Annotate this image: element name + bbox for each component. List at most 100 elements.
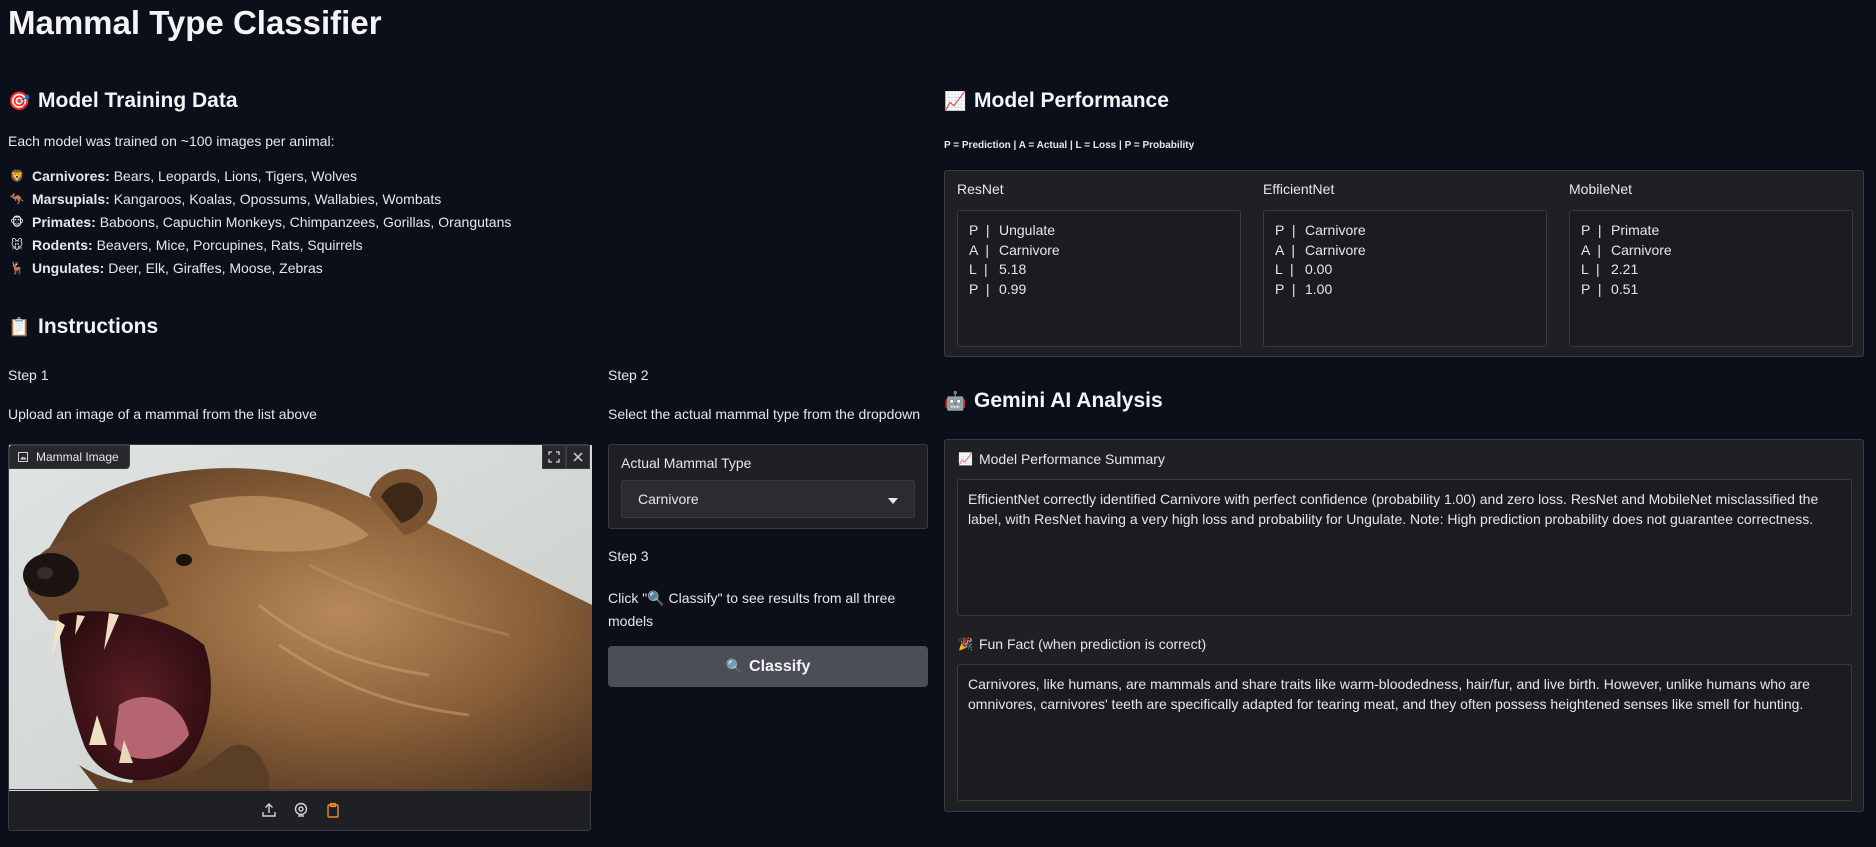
prediction-value: Carnivore <box>1305 222 1366 238</box>
metric-box: P | Ungulate A | Carnivore L | 5.18 P | 0.99 <box>957 210 1241 347</box>
robot-icon: 🤖 <box>944 390 967 411</box>
probability-value: 0.99 <box>999 280 1027 297</box>
metrics-legend: P = Prediction | A = Actual | L = Loss |… <box>944 140 1195 151</box>
actual-row: A | Carnivore <box>969 241 1229 261</box>
webcam-icon[interactable] <box>292 801 310 819</box>
training-intro: Each model was trained on ~100 images pe… <box>8 133 335 149</box>
actual-value: Carnivore <box>999 241 1060 258</box>
performance-heading-text: Model Performance <box>974 89 1169 112</box>
probability-row: P | 0.99 <box>969 280 1229 300</box>
loss-row: L | 0.00 <box>1275 260 1535 280</box>
actual-type-label: Actual Mammal Type <box>621 455 752 471</box>
chevron-down-icon <box>888 491 898 507</box>
left-column: 🎯 Model Training Data Each model was tra… <box>8 86 928 831</box>
step2-text: Select the actual mammal type from the d… <box>608 406 921 422</box>
group-name: Primates: <box>32 214 96 230</box>
clipboard-paste-icon[interactable] <box>324 801 342 819</box>
metric-box: P | Primate A | Carnivore L | 2.21 P | 0.51 <box>1569 210 1853 347</box>
probability-value: 1.00 <box>1305 280 1333 297</box>
chart-icon: 📈 <box>944 90 967 111</box>
training-heading: 🎯 Model Training Data <box>8 86 928 116</box>
search-icon: 🔍 <box>725 658 744 674</box>
group-animals: Baboons, Capuchin Monkeys, Chimpanzees, … <box>99 214 512 230</box>
loss-row: L | 5.18 <box>969 260 1229 280</box>
fun-fact-heading: 🎉 Fun Fact (when prediction is correct) <box>958 636 1206 652</box>
app-title: Mammal Type Classifier <box>8 4 382 41</box>
fullscreen-icon[interactable] <box>542 445 566 469</box>
actual-type-value: Carnivore <box>638 491 699 507</box>
mouse-icon: 🐭 <box>10 238 24 252</box>
group-animals: Kangaroos, Koalas, Opossums, Wallabies, … <box>113 191 442 207</box>
chart-icon: 📈 <box>958 452 973 466</box>
monkey-icon: 🐵 <box>10 215 24 229</box>
summary-label: Model Performance Summary <box>978 451 1165 467</box>
summary-textbox[interactable]: EfficientNet correctly identified Carniv… <box>957 479 1852 616</box>
group-name: Rodents: <box>32 237 93 253</box>
loss-value: 0.00 <box>1305 261 1333 277</box>
probability-value: 0.51 <box>1611 280 1639 297</box>
image-source-toolbar <box>9 789 592 830</box>
metric-box: P | Carnivore A | Carnivore L | 0.00 P | 1.0… <box>1263 210 1547 347</box>
probability-row: P | 1.00 <box>1275 280 1535 300</box>
close-icon[interactable] <box>566 445 590 469</box>
fun-fact-textbox[interactable]: Carnivores, like humans, are mammals and… <box>957 664 1852 801</box>
species-group-primates: 🐵 Primates: Baboons, Capuchin Monkeys, C… <box>8 211 928 234</box>
mammal-photo <box>9 445 592 791</box>
prediction-value: Primate <box>1611 222 1660 238</box>
summary-heading: 📈 Model Performance Summary <box>958 451 1165 467</box>
step3-text: Click "🔍 Classify" to see results from a… <box>608 590 896 629</box>
group-animals: Deer, Elk, Giraffes, Moose, Zebras <box>108 260 323 276</box>
step2-label: Step 2 <box>608 367 649 383</box>
prediction-value: Ungulate <box>999 222 1056 238</box>
species-group-marsupials: 🦘 Marsupials: Kangaroos, Koalas, Opossum… <box>8 188 928 211</box>
image-label: Mammal Image <box>36 450 119 464</box>
actual-type-panel: Actual Mammal Type Carnivore <box>608 444 928 529</box>
prediction-row: P | Carnivore <box>1275 221 1535 241</box>
fun-fact-label: Fun Fact (when prediction is correct) <box>978 636 1207 652</box>
group-animals: Beavers, Mice, Porcupines, Rats, Squirre… <box>96 237 363 253</box>
actual-row: A | Carnivore <box>1581 241 1841 261</box>
performance-heading: 📈 Model Performance <box>944 86 1864 116</box>
image-label-tag: Mammal Image <box>9 445 130 469</box>
species-group-rodents: 🐭 Rodents: Beavers, Mice, Porcupines, Ra… <box>8 234 928 257</box>
party-icon: 🎉 <box>958 637 973 651</box>
species-list: 🦁 Carnivores: Bears, Leopards, Lions, Ti… <box>8 165 928 280</box>
model-performance-panel: ResNet P | Ungulate A | Carnivore L | 5.18 … <box>944 170 1864 357</box>
instructions-heading: 📋 Instructions <box>8 312 158 342</box>
gemini-heading-text: Gemini AI Analysis <box>974 389 1163 412</box>
image-controls <box>542 445 590 469</box>
right-column: 📈 Model Performance P = Prediction | A =… <box>944 86 1864 812</box>
gemini-heading: 🤖 Gemini AI Analysis <box>944 386 1163 416</box>
group-name: Marsupials: <box>32 191 110 207</box>
probability-row: P | 0.51 <box>1581 280 1841 300</box>
training-heading-text: Model Training Data <box>38 89 238 112</box>
model-name: ResNet <box>957 181 1004 197</box>
instructions-heading-text: Instructions <box>38 315 159 338</box>
gemini-analysis-panel: 📈 Model Performance Summary EfficientNet… <box>944 439 1864 812</box>
image-icon <box>18 452 28 462</box>
species-group-ungulates: 🦌 Ungulates: Deer, Elk, Giraffes, Moose,… <box>8 257 928 280</box>
group-animals: Bears, Leopards, Lions, Tigers, Wolves <box>113 168 358 184</box>
target-icon: 🎯 <box>8 90 31 111</box>
image-upload-panel[interactable]: Mammal Image <box>8 444 592 831</box>
model-name: EfficientNet <box>1263 181 1335 197</box>
actual-type-dropdown[interactable]: Carnivore <box>621 480 915 518</box>
classify-button-label: Classify <box>749 657 811 675</box>
prediction-row: P | Ungulate <box>969 221 1229 241</box>
clipboard-icon: 📋 <box>8 316 31 337</box>
species-group-carnivores: 🦁 Carnivores: Bears, Leopards, Lions, Ti… <box>8 165 928 188</box>
step1-label: Step 1 <box>8 367 49 383</box>
upload-icon[interactable] <box>260 801 278 819</box>
classify-button[interactable]: 🔍 Classify <box>608 646 928 687</box>
actual-value: Carnivore <box>1611 241 1672 258</box>
loss-value: 2.21 <box>1611 261 1639 277</box>
loss-value: 5.18 <box>999 261 1027 277</box>
group-name: Ungulates: <box>32 260 105 276</box>
actual-row: A | Carnivore <box>1275 241 1535 261</box>
group-name: Carnivores: <box>32 168 110 184</box>
step1-text: Upload an image of a mammal from the lis… <box>8 406 317 422</box>
lion-icon: 🦁 <box>9 169 25 183</box>
model-name: MobileNet <box>1569 181 1633 197</box>
loss-row: L | 2.21 <box>1581 260 1841 280</box>
actual-value: Carnivore <box>1305 241 1366 258</box>
